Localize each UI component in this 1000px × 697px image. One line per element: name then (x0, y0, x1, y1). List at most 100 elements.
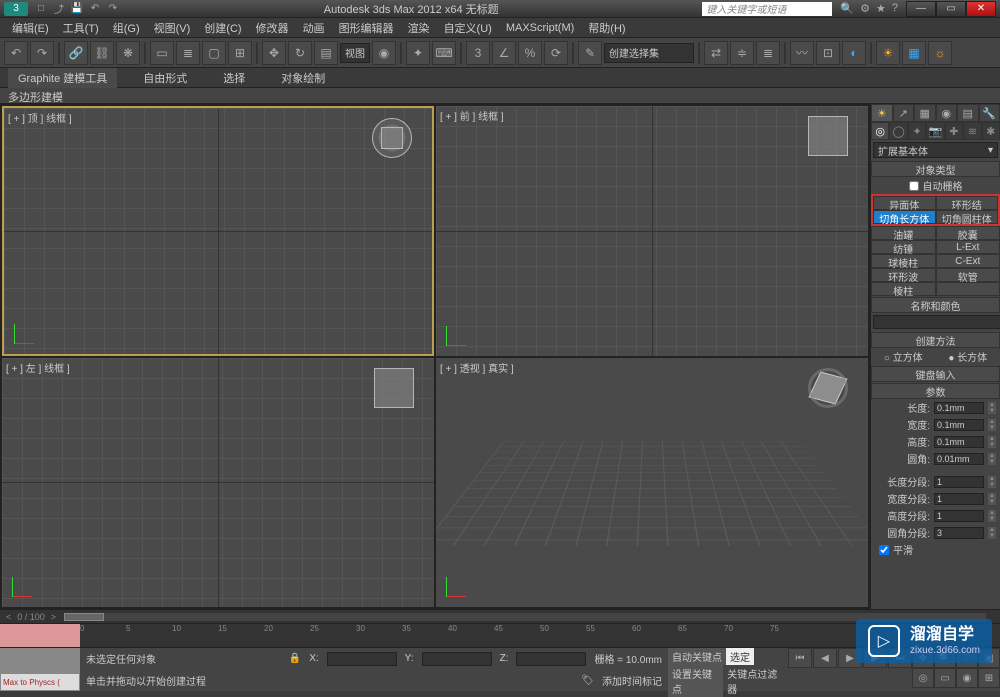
polymodel-panel[interactable]: 多边形建模 (0, 88, 1000, 104)
anim-icon[interactable]: ◉ (936, 104, 958, 122)
btn-lext[interactable]: L-Ext (936, 240, 1000, 254)
maximize-viewport-icon[interactable]: ⊞ (978, 668, 1000, 688)
name-color-rollout[interactable]: 名称和颜色 (871, 297, 1000, 313)
select-move-button[interactable]: ✥ (262, 41, 286, 65)
select-rotate-button[interactable]: ↻ (288, 41, 312, 65)
wsegs-spinner[interactable]: 1 (934, 493, 984, 505)
viewcube-top[interactable] (372, 118, 412, 158)
search-icon[interactable]: 🔍 (840, 2, 854, 15)
height-spinner[interactable]: 0.1mm (934, 436, 984, 448)
viewcube-persp[interactable] (808, 368, 848, 408)
menu-grapheditors[interactable]: 图形编辑器 (333, 18, 400, 38)
mirror-button[interactable]: ⇄ (704, 41, 728, 65)
manipulate-button[interactable]: ✦ (406, 41, 430, 65)
geometry-tab-icon[interactable]: ◎ (871, 122, 889, 140)
orbit-icon[interactable]: ◎ (912, 668, 934, 688)
radio-box[interactable]: ● 长方体 (948, 349, 987, 364)
menu-create[interactable]: 创建(C) (198, 18, 247, 38)
select-region-button[interactable]: ▢ (202, 41, 226, 65)
viewcube-front[interactable] (808, 116, 848, 156)
btn-chamfercyl[interactable]: 切角圆柱体 (936, 210, 999, 224)
helpers-tab-icon[interactable]: ✚ (945, 122, 963, 140)
unlink-button[interactable]: ⛓ (90, 41, 114, 65)
arrow-icon[interactable]: ↗ (893, 104, 915, 122)
add-time-tag[interactable]: 添加时间标记 (602, 673, 662, 688)
viewcube-left[interactable] (374, 368, 414, 408)
grid-icon[interactable]: ▦ (914, 104, 936, 122)
viewport-label-persp[interactable]: [ + ] 透视 ] 真实 ] (440, 360, 514, 375)
graphite-tab-objectpaint[interactable]: 对象绘制 (271, 68, 335, 88)
undo-icon[interactable]: ↶ (88, 2, 102, 16)
align-button[interactable]: ≑ (730, 41, 754, 65)
named-selset-edit-button[interactable]: ✎ (578, 41, 602, 65)
btn-gengon[interactable]: 球棱柱 (871, 254, 936, 268)
bind-spacewarp-button[interactable]: ❋ (116, 41, 140, 65)
menu-modifiers[interactable]: 修改器 (250, 18, 295, 38)
redo-icon[interactable]: ↷ (106, 2, 120, 16)
select-name-button[interactable]: ≣ (176, 41, 200, 65)
menu-customize[interactable]: 自定义(U) (438, 18, 498, 38)
menu-views[interactable]: 视图(V) (148, 18, 197, 38)
menu-maxscript[interactable]: MAXScript(M) (500, 20, 580, 36)
selected-label[interactable]: 选定 (726, 648, 754, 665)
script-listener[interactable] (0, 648, 80, 673)
save-icon[interactable]: 💾 (70, 2, 84, 16)
prev-frame-icon[interactable]: ◀ (813, 648, 837, 668)
btn-oiltank[interactable]: 油罐 (871, 226, 936, 240)
display-icon[interactable]: ▤ (957, 104, 979, 122)
parameters-rollout[interactable]: 参数 (871, 383, 1000, 399)
favorite-icon[interactable]: ★ (876, 2, 886, 15)
keyboard-shortcut-button[interactable]: ⌨ (432, 41, 456, 65)
viewport-left[interactable]: [ + ] 左 ] 线框 ] (2, 358, 434, 608)
undo-button[interactable]: ↶ (4, 41, 28, 65)
curve-editor-button[interactable]: 〰 (790, 41, 814, 65)
category-dropdown[interactable]: 扩展基本体▾ (873, 142, 998, 158)
setkey-button[interactable]: 设置关键点 (668, 665, 723, 697)
create-method-rollout[interactable]: 创建方法 (871, 332, 1000, 348)
keyfilter-button[interactable]: 关键点过滤器 (723, 665, 788, 697)
object-name-input[interactable] (873, 315, 1000, 329)
lock-icon[interactable]: 🔒 (289, 653, 301, 664)
menu-edit[interactable]: 编辑(E) (6, 18, 55, 38)
track-bar[interactable]: 0 5 10 15 20 25 30 35 40 45 50 55 60 65 … (0, 623, 1000, 647)
viewport-label-front[interactable]: [ + ] 前 ] 线框 ] (440, 108, 504, 123)
layers-button[interactable]: ≣ (756, 41, 780, 65)
link-button[interactable]: 🔗 (64, 41, 88, 65)
length-spinner[interactable]: 0.1mm (934, 402, 984, 414)
viewport-front[interactable]: [ + ] 前 ] 线框 ] (436, 106, 868, 356)
material-editor-button[interactable]: ◐ (842, 41, 866, 65)
btn-cext[interactable]: C-Ext (936, 254, 1000, 268)
spacewarps-tab-icon[interactable]: ≋ (963, 122, 981, 140)
new-icon[interactable]: □ (34, 2, 48, 16)
y-coord-input[interactable] (422, 652, 492, 666)
angle-snap-button[interactable]: ∠ (492, 41, 516, 65)
shapes-tab-icon[interactable]: ◯ (889, 122, 907, 140)
keyboard-entry-rollout[interactable]: 键盘输入 (871, 366, 1000, 382)
btn-hedra[interactable]: 异面体 (873, 196, 936, 210)
redo-button[interactable]: ↷ (30, 41, 54, 65)
viewport-label-left[interactable]: [ + ] 左 ] 线框 ] (6, 360, 70, 375)
btn-capsule[interactable]: 胶囊 (936, 226, 1000, 240)
z-coord-input[interactable] (516, 652, 586, 666)
sun-icon[interactable]: ☀ (871, 104, 893, 122)
systems-tab-icon[interactable]: ✱ (982, 122, 1000, 140)
hsegs-spinner[interactable]: 1 (934, 510, 984, 522)
smooth-checkbox[interactable]: 平滑 (871, 541, 1000, 558)
spinner-snap-button[interactable]: ⟳ (544, 41, 568, 65)
btn-chamferbox[interactable]: 切角长方体 (873, 210, 936, 224)
menu-rendering[interactable]: 渲染 (402, 18, 436, 38)
minimize-button[interactable]: — (906, 1, 936, 17)
fillet-spinner[interactable]: 0.01mm (934, 453, 984, 465)
help-icon[interactable]: ? (892, 2, 898, 15)
render-button[interactable]: ☼ (928, 41, 952, 65)
viewport-top[interactable]: [ + ] 顶 ] 线框 ] (2, 106, 434, 356)
lsegs-spinner[interactable]: 1 (934, 476, 984, 488)
menu-group[interactable]: 组(G) (107, 18, 146, 38)
tag-icon[interactable]: 🏷 (581, 675, 594, 686)
btn-prism[interactable]: 棱柱 (871, 282, 936, 296)
fsegs-spinner[interactable]: 3 (934, 527, 984, 539)
window-crossing-button[interactable]: ⊞ (228, 41, 252, 65)
hammer-icon[interactable]: 🔧 (979, 104, 1000, 122)
goto-start-icon[interactable]: ⏮ (788, 648, 812, 668)
viewport-perspective[interactable]: [ + ] 透视 ] 真实 ] (436, 358, 868, 608)
